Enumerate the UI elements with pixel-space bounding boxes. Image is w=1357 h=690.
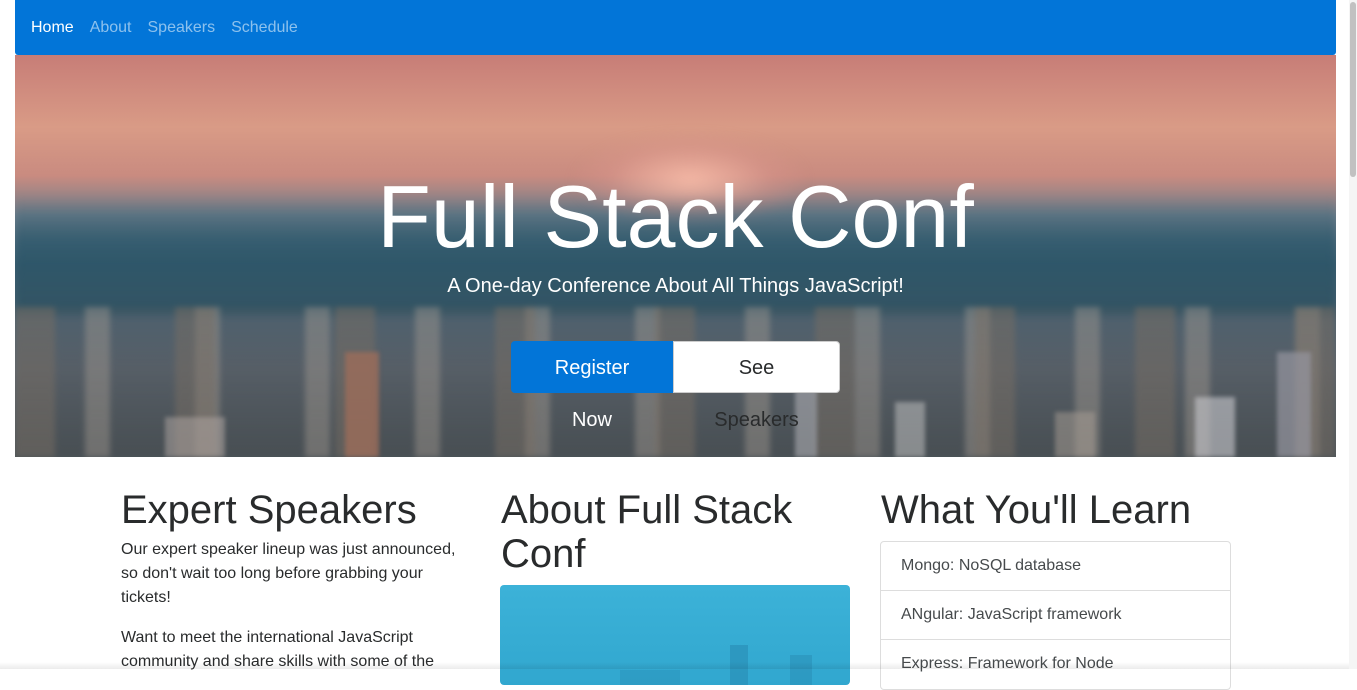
hero-banner: Full Stack Conf A One-day Conference Abo… <box>15 55 1336 457</box>
speakers-paragraph: Our expert speaker lineup was just annou… <box>121 541 456 606</box>
vertical-scrollbar[interactable] <box>1349 0 1357 669</box>
about-image-skyline <box>500 625 850 685</box>
nav-about[interactable]: About <box>90 18 132 38</box>
page-fold-shadow <box>0 662 1357 669</box>
hero-content: Full Stack Conf A One-day Conference Abo… <box>15 55 1336 457</box>
scrollbar-thumb[interactable] <box>1350 2 1356 177</box>
speakers-heading: Expert Speakers <box>121 488 417 532</box>
nav-home[interactable]: Home <box>31 18 74 38</box>
learn-column: What You'll Learn <box>881 488 1231 532</box>
about-image <box>500 585 850 685</box>
top-navbar: Home About Speakers Schedule <box>15 0 1336 55</box>
hero-button-group: Register Now See Speakers <box>511 341 840 431</box>
list-item: Mongo: NoSQL database <box>881 542 1230 591</box>
register-now-button[interactable]: Register Now <box>511 341 673 431</box>
hero-subtitle: A One-day Conference About All Things Ja… <box>447 275 904 297</box>
nav-schedule[interactable]: Schedule <box>231 18 298 38</box>
see-speakers-button[interactable]: See Speakers <box>673 341 840 431</box>
learn-heading: What You'll Learn <box>881 488 1192 532</box>
about-column: About Full Stack Conf <box>501 488 851 576</box>
speakers-column: Expert Speakers Our expert speaker lineu… <box>121 488 471 674</box>
hero-title: Full Stack Conf <box>377 167 974 266</box>
nav-speakers[interactable]: Speakers <box>148 18 216 38</box>
list-item: ANgular: JavaScript framework <box>881 591 1230 640</box>
about-heading: About Full Stack Conf <box>501 488 793 576</box>
